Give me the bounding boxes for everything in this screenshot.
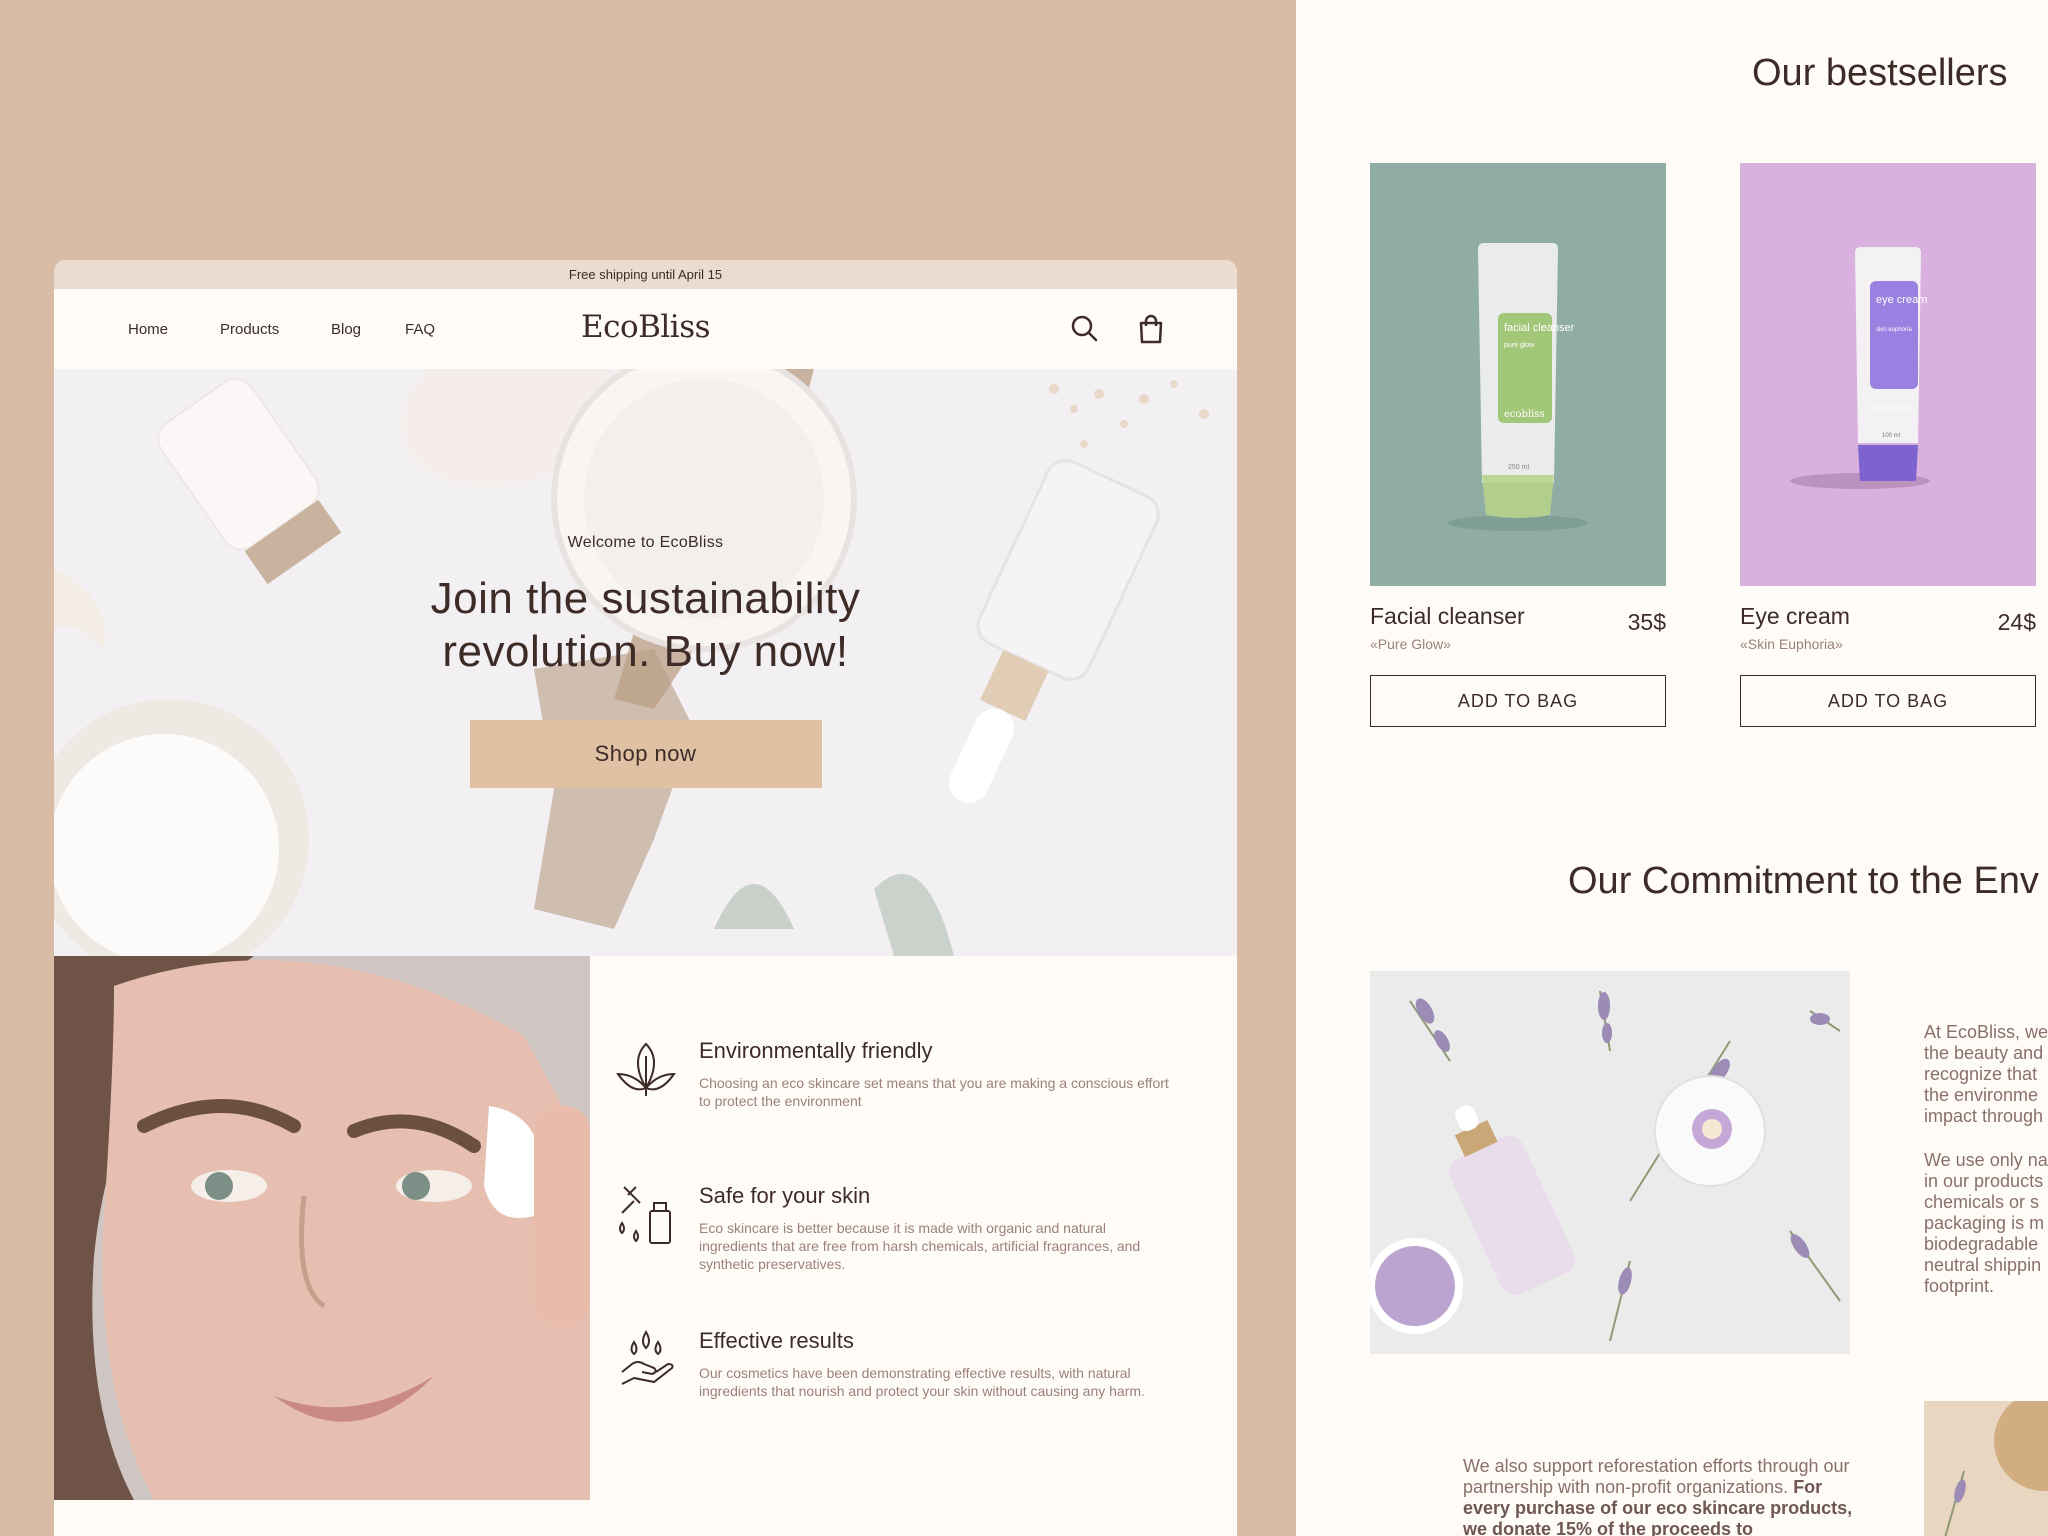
hero-section: Welcome to EcoBliss Join the sustainabil… (54, 369, 1237, 956)
feature-title: Effective results (699, 1328, 854, 1353)
commitment-paragraph: We use only na in our products chemicals… (1924, 1150, 2048, 1296)
promo-bar: Free shipping until April 15 (54, 260, 1237, 289)
product-card: facial cleanser pure glow ecobliss 250 m… (1370, 163, 1666, 727)
features-list: Environmentally friendly Choosing an eco… (614, 1038, 1214, 1473)
add-to-bag-button[interactable]: ADD TO BAG (1740, 675, 2036, 727)
feature-title: Safe for your skin (699, 1183, 871, 1208)
feature-description: Our cosmetics have been demonstrating ef… (699, 1365, 1145, 1399)
wood-lavender-image (1924, 1401, 2048, 1536)
bestsellers-title: Our bestsellers (1752, 52, 2008, 94)
model-face-image (54, 956, 590, 1500)
svg-text:ecobliss: ecobliss (1504, 409, 1545, 420)
hand-drops-icon (614, 1328, 678, 1392)
product-price: 24$ (1997, 609, 2036, 635)
svg-text:250 ml: 250 ml (1508, 464, 1529, 471)
right-page-panel: Our bestsellers facial cleanser pure glo… (1296, 0, 2048, 1536)
add-to-bag-button[interactable]: ADD TO BAG (1370, 675, 1666, 727)
svg-text:ecobliss: ecobliss (1874, 404, 1911, 414)
search-icon[interactable] (1069, 313, 1101, 345)
feature-description: Choosing an eco skincare set means that … (699, 1075, 1169, 1109)
reforestation-text: We also support reforestation efforts th… (1463, 1456, 1850, 1497)
product-price: 35$ (1627, 609, 1666, 635)
product-image[interactable]: facial cleanser pure glow ecobliss 250 m… (1370, 163, 1666, 586)
lavender-products-image (1370, 971, 1850, 1354)
product-name: Eye cream (1740, 603, 1850, 629)
shopping-bag-icon[interactable] (1135, 313, 1167, 345)
feature-description: Eco skincare is better because it is mad… (699, 1220, 1141, 1272)
product-subtitle: «Skin Euphoria» (1740, 636, 1843, 652)
product-name: Facial cleanser (1370, 603, 1525, 629)
hero-title: Join the sustainability revolution. Buy … (430, 574, 861, 676)
commitment-paragraph-reforestation: We also support reforestation efforts th… (1463, 1456, 1863, 1536)
svg-text:skin euphoria: skin euphoria (1876, 327, 1912, 333)
svg-text:eye cream: eye cream (1876, 294, 1927, 306)
feature-item: Environmentally friendly Choosing an eco… (614, 1038, 1214, 1183)
hero-welcome-text: Welcome to EcoBliss (567, 534, 724, 551)
hero-content: Welcome to EcoBliss Join the sustainabil… (54, 534, 1237, 788)
feature-item: Safe for your skin Eco skincare is bette… (614, 1183, 1214, 1328)
svg-text:100 ml: 100 ml (1882, 433, 1900, 439)
logo[interactable]: EcoBliss (54, 309, 1237, 345)
shop-now-button[interactable]: Shop now (469, 720, 822, 788)
commitment-title: Our Commitment to the Env (1568, 860, 2039, 902)
landing-page-mockup: Free shipping until April 15 Home Produc… (54, 260, 1237, 1536)
leaf-icon (614, 1038, 678, 1102)
feature-title: Environmentally friendly (699, 1038, 933, 1063)
product-image[interactable]: eye cream skin euphoria ecobliss 100 ml (1740, 163, 2036, 586)
dropper-bottle-icon (614, 1183, 678, 1247)
svg-text:pure glow: pure glow (1504, 342, 1535, 349)
commitment-paragraph: At EcoBliss, we the beauty and recognize… (1924, 1022, 2048, 1126)
product-card: eye cream skin euphoria ecobliss 100 ml … (1740, 163, 2036, 727)
svg-text:facial cleanser: facial cleanser (1504, 322, 1575, 334)
feature-item: Effective results Our cosmetics have bee… (614, 1328, 1214, 1473)
promo-text: Free shipping until April 15 (568, 267, 723, 282)
top-nav: Home Products Blog FAQ EcoBliss (54, 289, 1237, 369)
product-subtitle: «Pure Glow» (1370, 636, 1451, 652)
